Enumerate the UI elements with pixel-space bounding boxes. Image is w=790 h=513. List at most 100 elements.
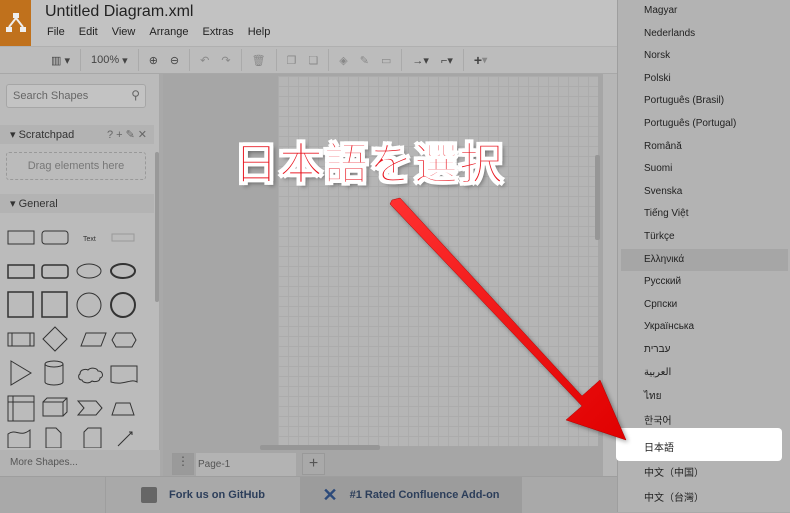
language-item[interactable]: Türkçe [618,226,790,248]
scratchpad-dropzone[interactable]: Drag elements here [6,152,146,180]
page-tab[interactable]: Page-1 [196,453,296,476]
language-item[interactable]: ไทย [618,384,790,406]
language-item[interactable]: Português (Brasil) [618,90,790,112]
rectangle-shape [7,230,35,245]
process-shape [7,332,35,347]
parallelogram-shape [80,332,107,347]
card-shape [83,427,102,448]
menu-file[interactable]: File [40,26,72,38]
language-item[interactable]: Suomi [618,158,790,180]
to-back-icon[interactable]: ❏ [308,54,318,67]
cloud-shape [78,367,103,384]
language-item[interactable]: Українська [618,316,790,338]
menu-help[interactable]: Help [241,26,278,38]
rect-shape [7,264,35,279]
to-front-icon[interactable]: ❐ [287,54,297,67]
connection-icon[interactable]: →▾ [412,54,429,67]
language-item[interactable]: עברית [618,339,790,361]
vertical-scrollbar[interactable] [595,155,600,240]
language-item[interactable]: العربية [618,362,790,384]
hexagon-shape [111,332,137,348]
annotation-text: 日本語を選択 [234,139,504,191]
square-shape [7,291,34,318]
pages-menu-button[interactable]: ⋮ [172,453,194,475]
waypoints-icon[interactable]: ⌐▾ [441,54,453,67]
ellipse-bold-shape [110,263,136,279]
textbox-shape [111,233,135,242]
zoom-select[interactable]: 100% ▾ [91,54,128,67]
language-item[interactable]: 한국어 [618,407,790,429]
menu-extras[interactable]: Extras [196,26,241,38]
redo-icon[interactable]: ↷ [221,54,230,67]
language-item[interactable]: Norsk [618,45,790,67]
general-shapes-palette[interactable]: Text [4,220,152,448]
menu-edit[interactable]: Edit [72,26,105,38]
search-icon[interactable]: ⚲ [131,88,140,102]
language-item[interactable]: Русский [618,271,790,293]
footer: Fork us on GitHub ✕ #1 Rated Confluence A… [0,476,620,513]
internal-storage-shape [7,395,35,422]
diagram-logo-icon [5,13,26,32]
scratchpad-header[interactable]: ▾ Scratchpad ?+✎✕ [0,125,154,144]
insert-icon[interactable]: + ▾ [474,52,487,68]
zoom-in-icon[interactable]: ⊕ [149,54,158,67]
edit-icon[interactable]: ✎ [126,129,138,141]
language-item[interactable]: 中文（台灣） [618,484,790,506]
language-item[interactable]: Magyar [618,0,790,22]
diamond-shape [42,326,68,352]
language-menu: Magyar Nederlands Norsk Polski Português (Br… [616,0,790,512]
help-icon[interactable]: ? [107,129,116,141]
fill-color-icon[interactable]: ◈ [339,54,347,67]
search-shapes-input[interactable]: Search Shapes ⚲ [6,84,146,108]
scratchpad-label: Scratchpad [18,129,75,141]
more-shapes-button[interactable]: More Shapes... [0,450,160,476]
delete-icon[interactable]: 🗑 [252,54,266,67]
document-title[interactable]: Untitled Diagram.xml [45,3,193,21]
menu-view[interactable]: View [105,26,143,38]
language-item[interactable]: Ελληνικά [621,248,788,271]
line-color-icon[interactable]: ✎ [360,54,369,67]
document-shape [110,365,138,384]
general-header[interactable]: ▾ General [0,194,154,213]
github-link[interactable]: Fork us on GitHub [105,477,300,513]
language-item[interactable]: Српски [618,294,790,316]
language-item[interactable]: Polski [618,68,790,90]
undo-icon[interactable]: ↶ [200,54,209,67]
language-item[interactable]: Nederlands [618,23,790,45]
horizontal-scrollbar[interactable] [260,445,380,450]
note-shape [45,427,62,448]
language-item[interactable]: 日本語 [616,428,782,461]
cube-shape [42,397,68,417]
add-page-button[interactable]: + [302,453,325,475]
language-item[interactable]: Tiếng Việt [618,203,790,225]
shadow-icon[interactable]: ▭ [381,54,391,67]
format-panel-icon[interactable]: ▥ ▾ [51,54,70,67]
sidebar-scrollbar[interactable] [155,152,159,302]
close-icon[interactable]: ✕ [138,129,150,141]
github-icon [141,487,158,503]
zoom-out-icon[interactable]: ⊖ [170,54,179,67]
tape-shape [7,428,31,448]
zoom-level: 100% [90,54,120,66]
language-item[interactable]: Português (Portugal) [618,113,790,135]
add-icon[interactable]: + [116,129,125,141]
confluence-label: #1 Rated Confluence Add-on [349,489,500,501]
rounded-rectangle-shape [41,230,69,245]
text-shape: Text [83,236,96,243]
toolbar: ▥ ▾ 100% ▾ ⊕ ⊖ ↶ ↷ 🗑 ❐ ❏ ◈ ✎ ▭ →▾ ⌐▾ + ▾ [0,46,620,74]
language-item[interactable]: Svenska [618,181,790,203]
menu-arrange[interactable]: Arrange [142,26,195,38]
app-logo[interactable] [0,0,31,46]
confluence-icon: ✕ [322,484,338,505]
shapes-sidebar: Search Shapes ⚲ ▾ Scratchpad ?+✎✕ Drag el… [0,74,160,476]
language-item[interactable]: Română [618,136,790,158]
language-item[interactable]: 中文（中国） [618,459,790,481]
circle-shape [76,292,102,318]
confluence-link[interactable]: ✕ #1 Rated Confluence Add-on [300,477,522,513]
rounded-shape [41,264,69,279]
ellipse-shape [76,263,102,279]
square2-shape [41,291,68,318]
circle-bold-shape [110,292,136,318]
cylinder-shape [44,360,64,386]
general-label: General [18,198,58,210]
